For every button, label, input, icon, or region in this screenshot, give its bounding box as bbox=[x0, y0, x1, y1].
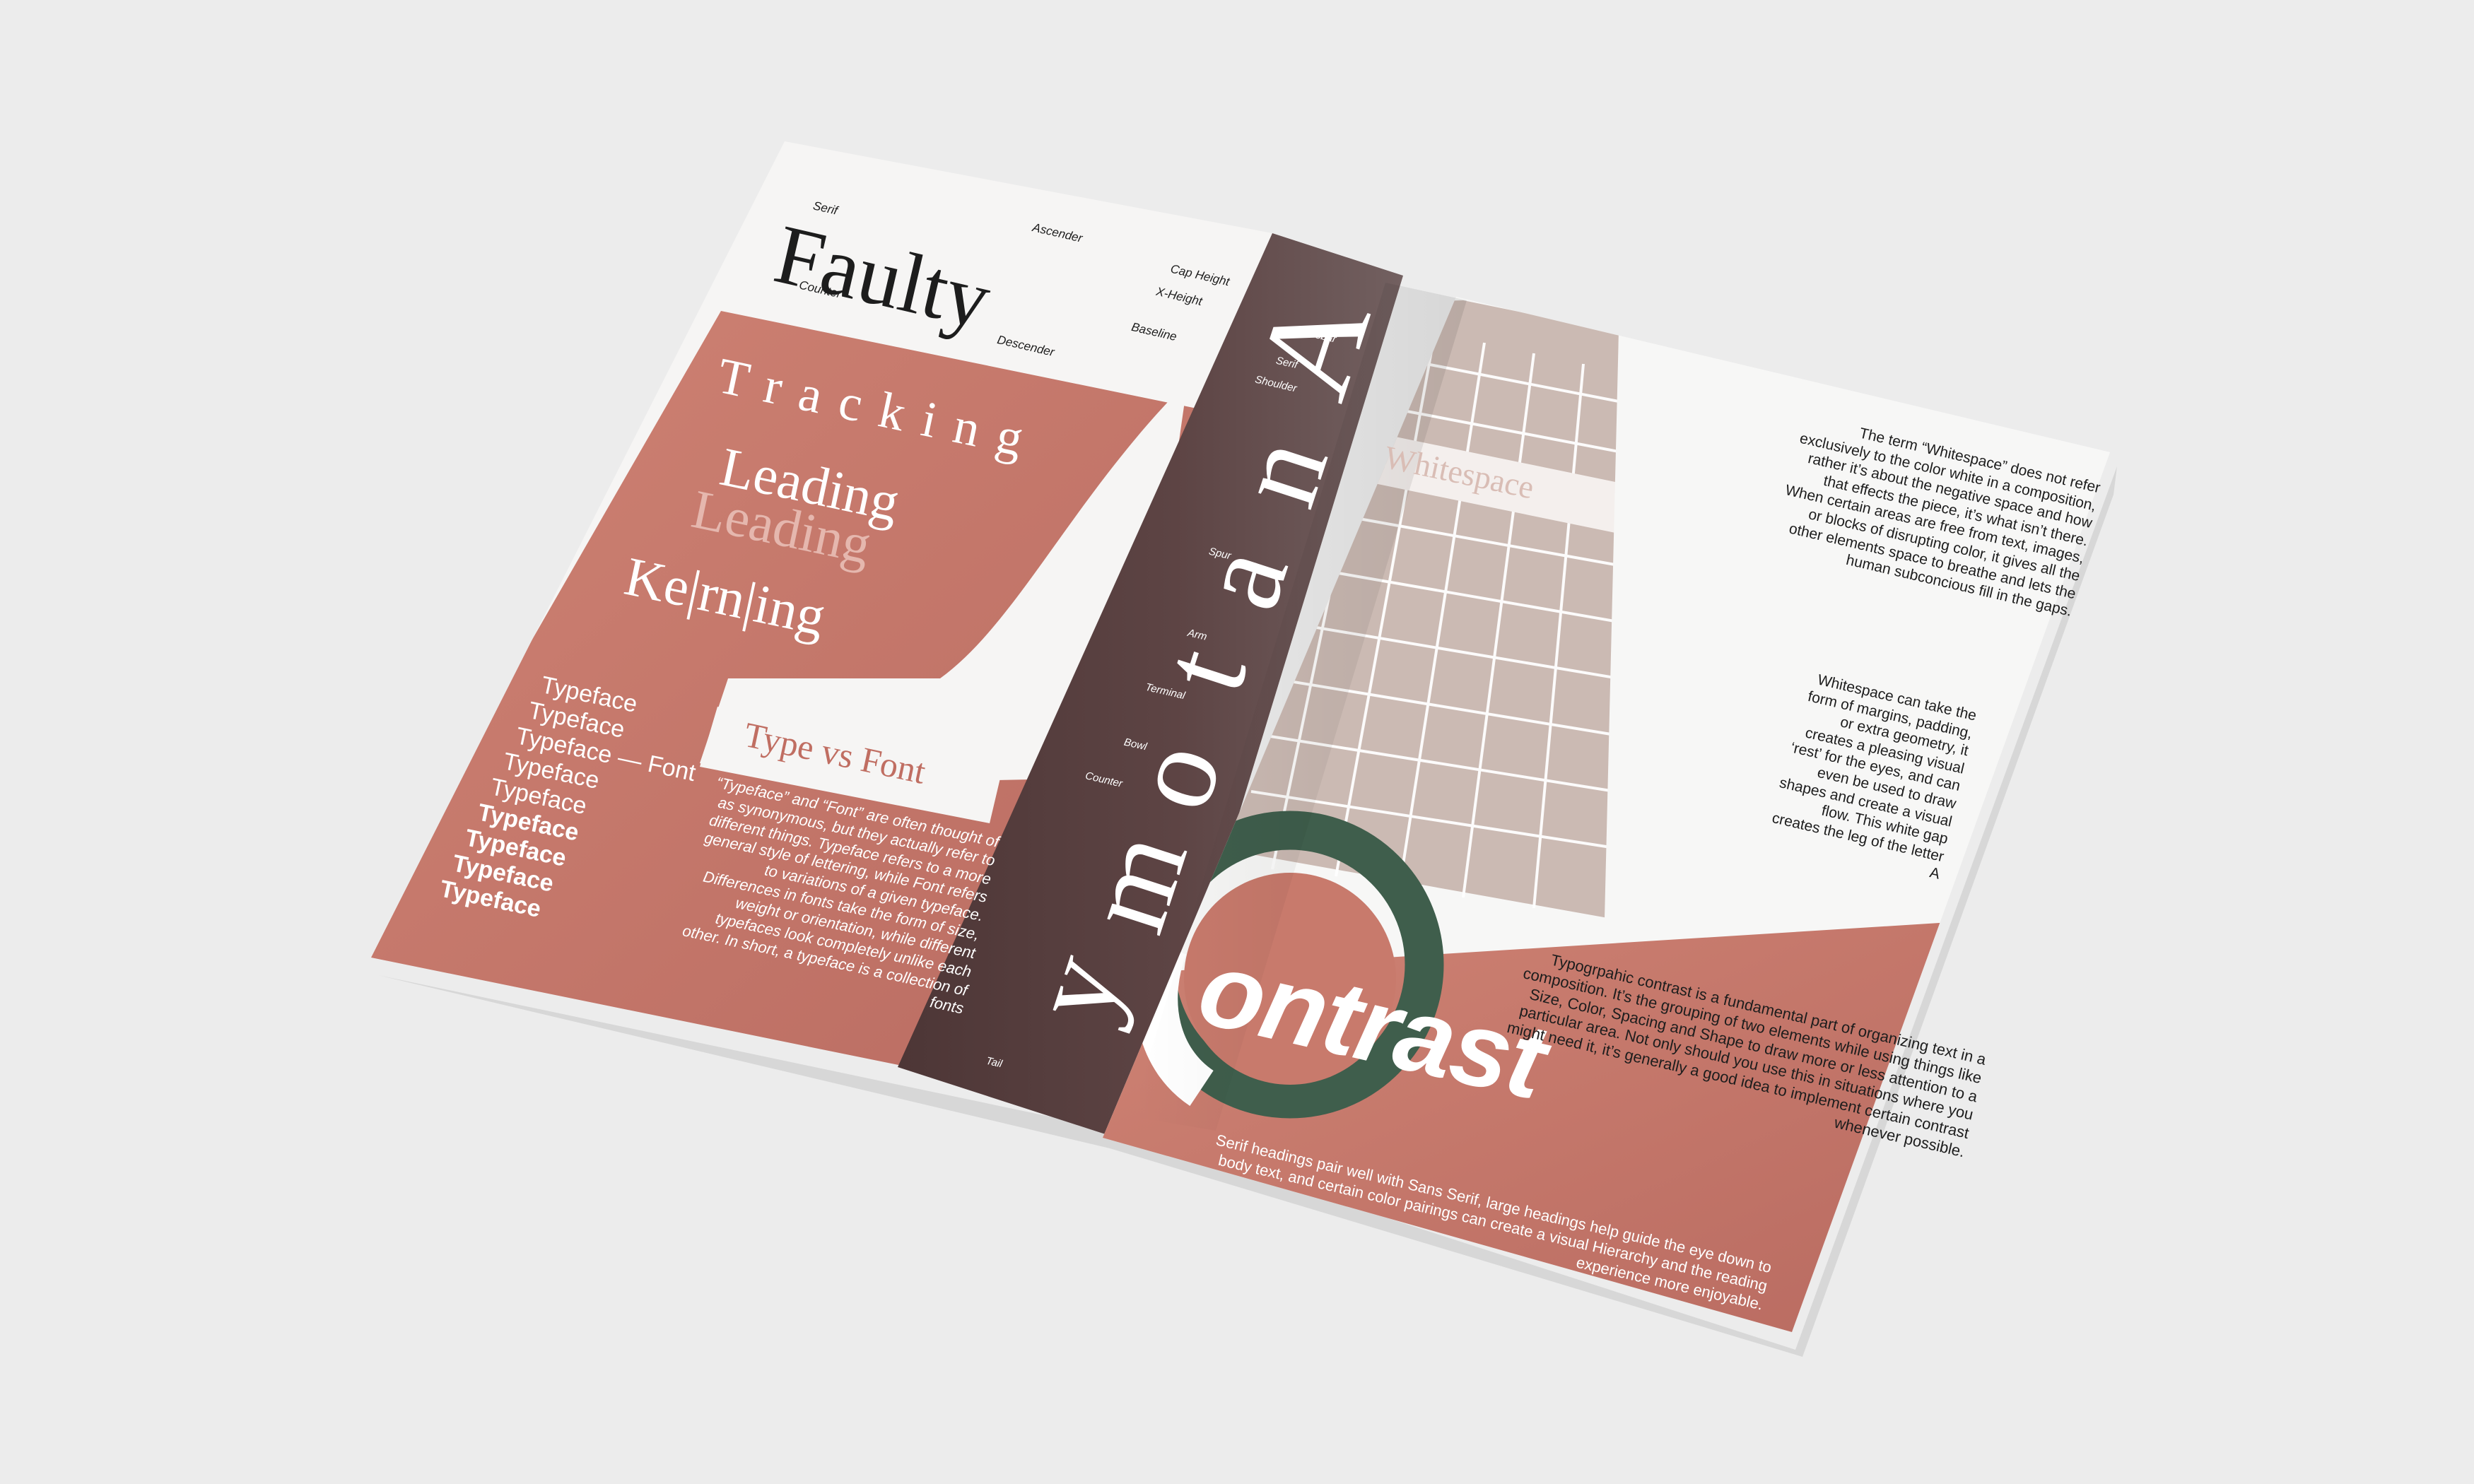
mockup-stage: Faulty Serif Ascender Cap Height X-Heigh… bbox=[0, 0, 2474, 1484]
magazine-spread bbox=[371, 141, 2117, 1357]
